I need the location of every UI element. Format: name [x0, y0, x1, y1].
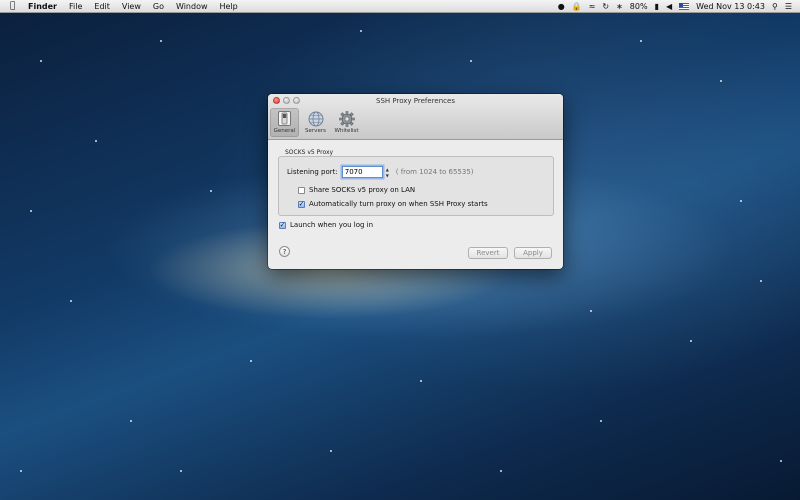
share-lan-label[interactable]: Share SOCKS v5 proxy on LAN [309, 186, 415, 194]
menubar-clock[interactable]: Wed Nov 13 0:43 [696, 2, 765, 11]
window-title: SSH Proxy Preferences [376, 97, 455, 105]
tab-servers-label: Servers [305, 128, 326, 134]
section-title: SOCKS v5 Proxy [285, 149, 334, 156]
battery-percent[interactable]: 80% [630, 2, 648, 11]
notification-center-icon[interactable]: ☰ [785, 2, 792, 11]
auto-turn-checkbox[interactable]: ✓ [298, 200, 305, 208]
preferences-window: SSH Proxy Preferences General Servers Wh… [268, 94, 563, 269]
apply-button[interactable]: Apply [514, 247, 552, 259]
launch-login-label[interactable]: Launch when you log in [290, 221, 373, 229]
menu-help[interactable]: Help [220, 2, 238, 11]
menu-go[interactable]: Go [153, 2, 164, 11]
preferences-toolbar: General Servers Whitelist [270, 108, 361, 137]
menu-edit[interactable]: Edit [94, 2, 110, 11]
listening-port-row: Listening port: 7070 ▲ ▼ ( from 1024 to … [287, 166, 474, 178]
volume-icon[interactable]: ◀ [666, 2, 672, 11]
menu-window[interactable]: Window [176, 2, 208, 11]
help-button[interactable]: ? [279, 246, 290, 257]
spotlight-search-icon[interactable]: ⚲ [772, 2, 778, 11]
port-stepper[interactable]: ▲ ▼ [386, 167, 392, 178]
tab-servers[interactable]: Servers [301, 108, 330, 137]
menu-app-name[interactable]: Finder [28, 2, 57, 11]
tab-whitelist[interactable]: Whitelist [332, 108, 361, 137]
bluetooth-icon[interactable]: ∗ [616, 2, 623, 11]
revert-button[interactable]: Revert [468, 247, 508, 259]
share-lan-row: Share SOCKS v5 proxy on LAN [298, 186, 415, 194]
window-titlebar[interactable]: SSH Proxy Preferences General Servers Wh… [268, 94, 563, 140]
wifi-icon[interactable]: ≈ [589, 2, 596, 11]
input-source-flag-icon[interactable] [679, 2, 690, 10]
switch-icon [276, 110, 293, 127]
launch-login-row: ✓ Launch when you log in [279, 221, 373, 229]
socks-proxy-group: Listening port: 7070 ▲ ▼ ( from 1024 to … [278, 156, 554, 216]
auto-turn-label[interactable]: Automatically turn proxy on when SSH Pro… [309, 200, 488, 208]
menu-bar:  Finder File Edit View Go Window Help ●… [0, 0, 800, 13]
globe-icon [307, 110, 324, 127]
stepper-down-icon[interactable]: ▼ [386, 173, 392, 178]
share-lan-checkbox[interactable] [298, 186, 305, 194]
gear-icon [338, 110, 355, 127]
time-machine-icon[interactable]: ↻ [602, 2, 609, 11]
status-area: ● 🔒 ≈ ↻ ∗ 80% ▮ ◀ Wed Nov 13 0:43 ⚲ ☰ [558, 2, 792, 11]
menu-file[interactable]: File [69, 2, 82, 11]
menu-view[interactable]: View [122, 2, 141, 11]
launch-login-checkbox[interactable]: ✓ [279, 221, 286, 229]
tab-general-label: General [273, 128, 296, 134]
tunnel-status-icon[interactable]: ● [558, 2, 565, 11]
stepper-up-icon[interactable]: ▲ [386, 167, 392, 172]
listening-port-input[interactable]: 7070 [341, 166, 383, 178]
listening-port-label: Listening port: [287, 168, 338, 176]
auto-turn-row: ✓ Automatically turn proxy on when SSH P… [298, 200, 488, 208]
lock-icon[interactable]: 🔒 [572, 2, 582, 11]
tab-general[interactable]: General [270, 108, 299, 137]
battery-icon[interactable]: ▮ [655, 2, 659, 11]
apple-menu-icon[interactable]:  [10, 1, 20, 11]
tab-whitelist-label: Whitelist [334, 128, 359, 134]
port-range-hint: ( from 1024 to 65535) [395, 168, 474, 176]
